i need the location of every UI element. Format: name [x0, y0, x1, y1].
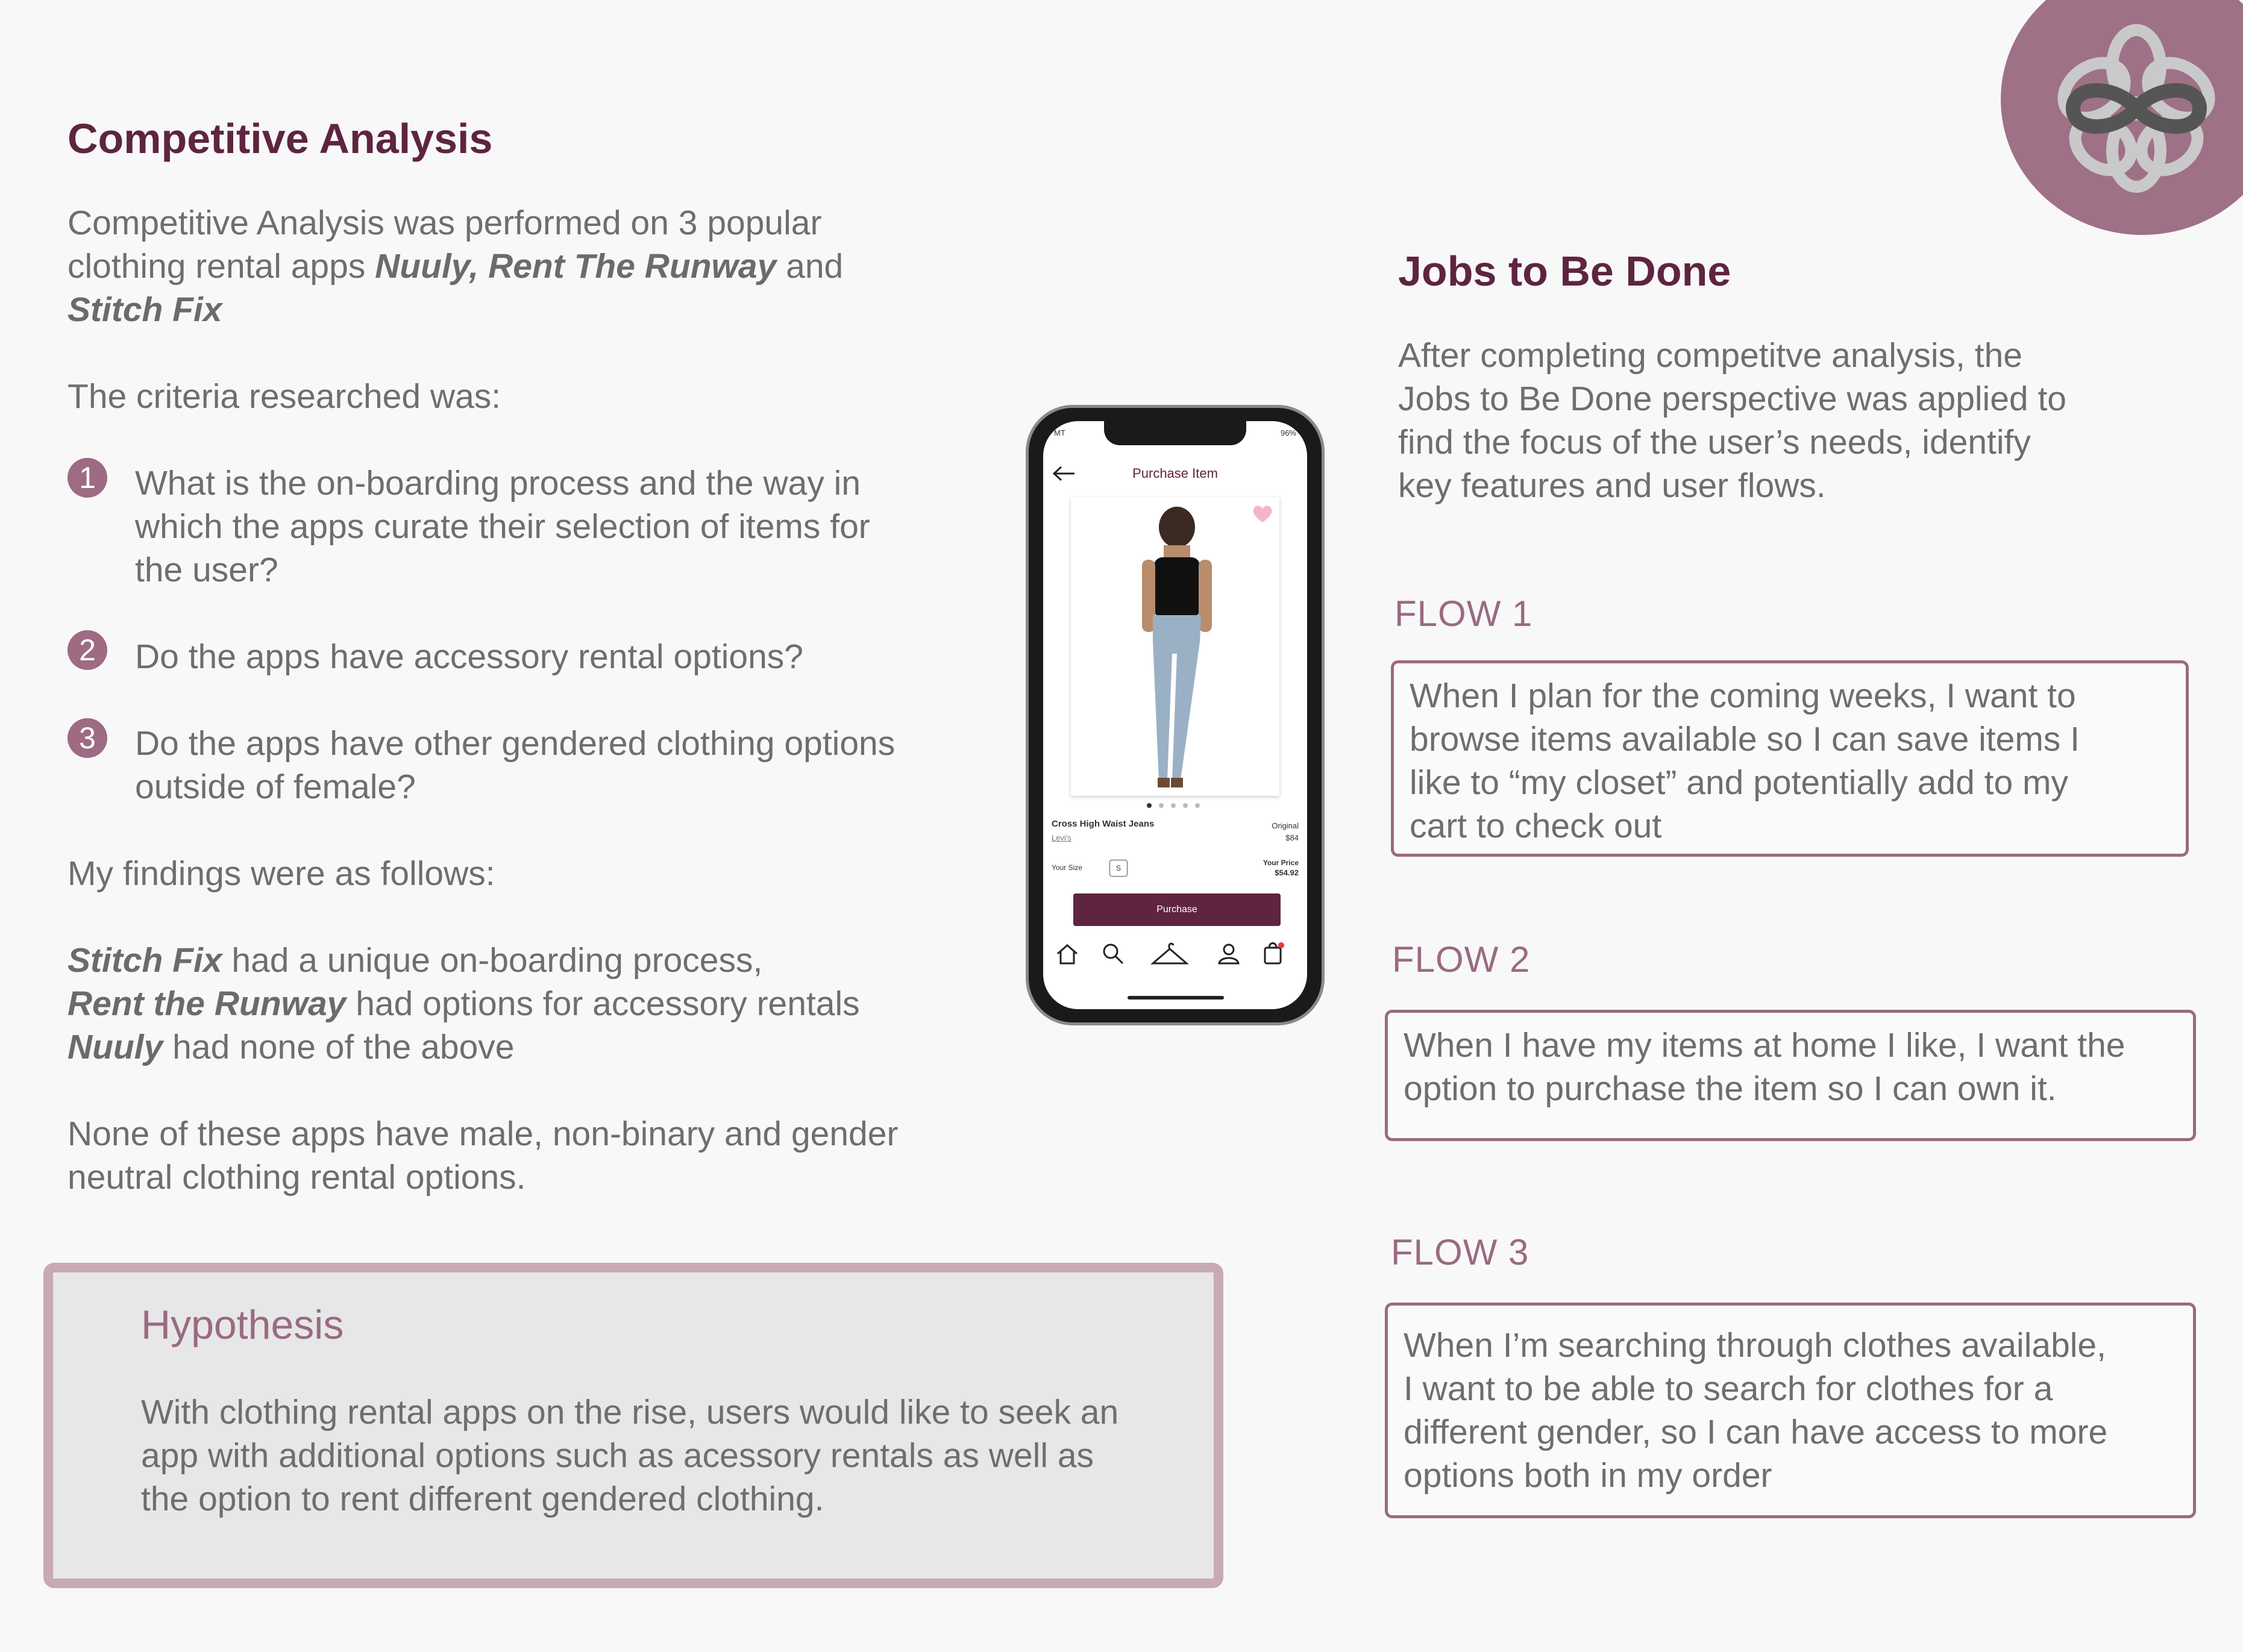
original-price: $84 [1285, 833, 1299, 842]
status-battery: 96% [1280, 428, 1296, 437]
product-name: Cross High Waist Jeans [1052, 819, 1155, 829]
criteria-badge-1: 1 [67, 458, 107, 498]
criteria-item-1: What is the on-boarding process and the … [135, 464, 870, 589]
flow-3-box: When I’m searching through clothes avail… [1385, 1303, 2196, 1518]
model-figure [1142, 507, 1212, 787]
flow-3-label: FLOW 3 [1391, 1232, 1529, 1272]
flow-1-box: When I plan for the coming weeks, I want… [1391, 660, 2189, 857]
your-price: $54.92 [1275, 868, 1299, 877]
flow-2-box: When I have my items at home I like, I w… [1385, 1010, 2196, 1141]
heart-icon[interactable] [1252, 504, 1273, 524]
criteria-heading: The criteria researched was: [67, 377, 501, 416]
criteria-item-2: Do the apps have accessory rental option… [135, 637, 803, 676]
flow-1-label: FLOW 1 [1394, 593, 1533, 634]
purchase-button[interactable]: Purchase [1073, 893, 1281, 926]
criteria-badge-3: 3 [67, 718, 107, 758]
intro-line-3: Stitch Fix [67, 290, 222, 329]
hanger-icon[interactable] [1150, 940, 1189, 967]
hypothesis-title: Hypothesis [141, 1302, 344, 1348]
conclusion-paragraph: None of these apps have male, non-binary… [67, 1115, 899, 1197]
intro-line-2: clothing rental apps Nuuly, Rent The Run… [67, 247, 844, 286]
phone-mockup: MT 96% Purchase Item Cross High Waist Je… [1026, 405, 1325, 1025]
product-brand[interactable]: Levi's [1052, 833, 1071, 842]
finding-1: Stitch Fix had a unique on-boarding proc… [67, 941, 763, 980]
bag-icon[interactable] [1261, 940, 1285, 966]
finding-3: Nuuly had none of the above [67, 1028, 515, 1066]
phone-notch [1104, 421, 1246, 445]
hypothesis-box: Hypothesis With clothing rental apps on … [43, 1263, 1223, 1588]
competitive-analysis-title: Competitive Analysis [67, 115, 493, 162]
home-icon[interactable] [1055, 942, 1079, 966]
hypothesis-text: With clothing rental apps on the rise, u… [141, 1393, 1119, 1518]
criteria-badge-2: 2 [67, 630, 107, 670]
your-price-label: Your Price [1263, 859, 1299, 867]
original-label: Original [1272, 821, 1299, 830]
criteria-item-3: Do the apps have other gendered clothing… [135, 724, 896, 806]
findings-list: Stitch Fix had a unique on-boarding proc… [67, 939, 1008, 1069]
size-label: Your Size [1052, 863, 1082, 872]
flower-logo-icon [2057, 24, 2215, 193]
size-selector[interactable]: S [1109, 860, 1128, 877]
flow-2-label: FLOW 2 [1392, 939, 1531, 980]
home-indicator [1128, 996, 1224, 1000]
findings-heading: My findings were as follows: [67, 854, 495, 893]
phone-screen: MT 96% Purchase Item Cross High Waist Je… [1043, 421, 1307, 1009]
status-carrier: MT [1054, 428, 1065, 437]
jtbd-intro: After completing competitve analysis, th… [1398, 336, 2066, 505]
profile-icon[interactable] [1217, 942, 1241, 966]
intro-paragraph: Competitive Analysis was performed on 3 … [67, 201, 1008, 331]
search-icon[interactable] [1101, 942, 1125, 966]
intro-line-1: Competitive Analysis was performed on 3 … [67, 204, 822, 242]
purchase-item-header: Purchase Item [1132, 466, 1218, 481]
product-image [1071, 497, 1279, 796]
finding-2: Rent the Runway had options for accessor… [67, 984, 860, 1023]
jobs-to-be-done-title: Jobs to Be Done [1398, 248, 1731, 295]
carousel-dots[interactable] [1147, 803, 1200, 808]
